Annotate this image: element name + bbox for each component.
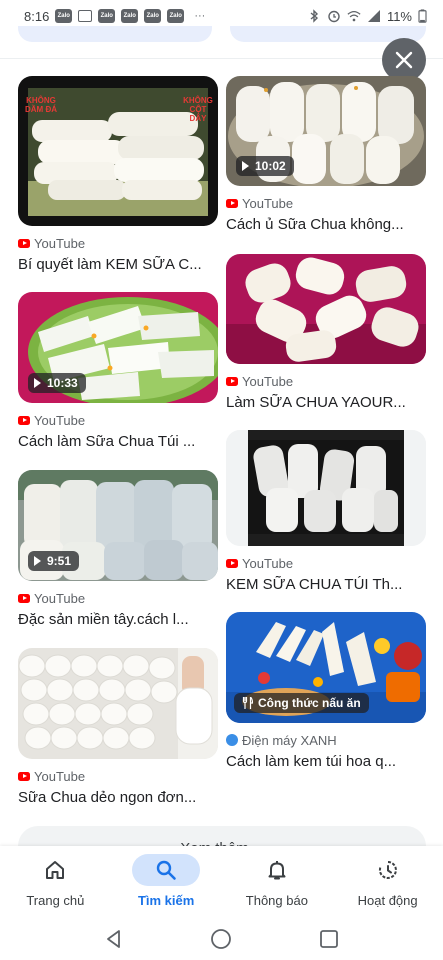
more-notifications-indicator: ··· [194,10,206,22]
alarm-icon [328,10,340,23]
video-duration: 10:33 [28,373,86,393]
duration-text: 10:02 [255,159,286,173]
result-title[interactable]: Bí quyết làm KEM SỮA C... [18,256,214,273]
play-icon [242,161,249,171]
history-icon [378,861,397,879]
source-label: YouTube [34,590,86,606]
bluetooth-icon [310,9,318,23]
result-source: YouTube [18,235,218,251]
video-duration: 10:02 [236,156,294,176]
battery-percentage: 11% [386,8,412,24]
result-title[interactable]: Sữa Chua dẻo ngon đơn... [18,789,214,806]
source-label: Điện máy XANH [242,732,337,748]
result-card[interactable]: 9:51 YouTube Đặc sản miền tây.cách l... [18,470,218,628]
result-thumbnail[interactable]: 10:33 [18,292,218,403]
result-source: YouTube [18,412,218,428]
status-time: 8:16 [24,8,50,24]
result-title[interactable]: Cách làm kem túi hoa q... [226,753,422,770]
result-thumbnail[interactable] [18,648,218,759]
nav-label: Tìm kiếm [137,893,195,908]
zalo-notification-icon: Zalo [55,9,73,23]
back-icon[interactable] [103,928,125,950]
result-source: Điện máy XANH [226,732,426,748]
zalo-notification-icon: Zalo [144,9,162,23]
youtube-icon [226,558,238,568]
result-title[interactable]: Cách ủ Sữa Chua không... [226,216,422,233]
divider [0,58,443,59]
result-card[interactable]: 10:02 YouTube Cách ủ Sữa Chua không... [226,76,426,233]
result-title[interactable]: Cách làm Sữa Chua Túi ... [18,433,214,450]
source-label: YouTube [34,235,86,251]
result-thumbnail[interactable] [226,254,426,364]
nav-item-search[interactable]: Tìm kiếm [111,846,222,918]
message-icon [78,10,93,22]
signal-icon [367,10,380,22]
source-label: YouTube [242,373,294,389]
nav-label: Hoạt động [357,893,418,908]
source-label: YouTube [242,555,294,571]
result-title[interactable]: KEM SỮA CHUA TÚI Th... [226,576,422,593]
play-icon [34,556,41,566]
result-card[interactable]: KHÔNG DẦM ĐÁ KHÔNG CỘT DÂY YouTube Bí qu… [18,76,218,273]
result-source: YouTube [18,768,218,784]
result-card[interactable]: YouTube Làm SỮA CHUA YAOUR... [226,254,426,411]
play-icon [34,378,41,388]
result-thumbnail[interactable] [226,430,426,546]
youtube-icon [226,376,238,386]
source-label: YouTube [34,412,86,428]
nav-label: Trang chủ [26,893,85,908]
result-source: YouTube [226,555,426,571]
result-thumbnail[interactable]: 10:02 [226,76,426,186]
source-label: YouTube [242,195,294,211]
thumbnail-overlay-text-left: KHÔNG DẦM ĐÁ [25,96,57,114]
recipe-badge: Công thức nấu ăn [234,693,369,713]
youtube-icon [18,415,30,425]
result-card[interactable]: 10:33 YouTube Cách làm Sữa Chua Túi ... [18,292,218,450]
source-label: YouTube [34,768,86,784]
home-circle-icon[interactable] [210,928,232,950]
video-duration: 9:51 [28,551,80,571]
result-source: YouTube [226,195,426,211]
result-card[interactable]: YouTube Sữa Chua dẻo ngon đơn... [18,648,218,806]
thumbnail-overlay-text-right: KHÔNG CỘT DÂY [183,96,213,123]
system-navigation-bar [0,918,443,960]
duration-text: 9:51 [47,554,72,568]
wifi-icon [347,11,361,22]
result-title[interactable]: Đặc sản miền tây.cách l... [18,611,214,628]
duration-text: 10:33 [47,376,78,390]
nav-item-notifications[interactable]: Thông báo [222,846,333,918]
fork-knife-icon [242,697,253,709]
previous-result-remnant [18,26,212,42]
zalo-notification-icon: Zalo [121,9,139,23]
result-thumbnail[interactable]: 9:51 [18,470,218,581]
result-card[interactable]: Công thức nấu ăn Điện máy XANH Cách làm … [226,612,426,770]
result-thumbnail[interactable]: KHÔNG DẦM ĐÁ KHÔNG CỘT DÂY [18,76,218,226]
home-icon [46,861,65,879]
nav-item-activity[interactable]: Hoạt động [332,846,443,918]
nav-label: Thông báo [245,893,308,908]
dien-may-xanh-icon [226,734,238,746]
result-source: YouTube [18,590,218,606]
bell-icon [268,861,286,880]
zalo-notification-icon: Zalo [167,9,185,23]
youtube-icon [226,198,238,208]
nav-item-home[interactable]: Trang chủ [0,846,111,918]
result-card[interactable]: YouTube KEM SỮA CHUA TÚI Th... [226,430,426,593]
youtube-icon [18,238,30,248]
result-thumbnail[interactable]: Công thức nấu ăn [226,612,426,723]
recents-icon[interactable] [318,928,340,950]
result-title[interactable]: Làm SỮA CHUA YAOUR... [226,394,422,411]
result-source: YouTube [226,373,426,389]
close-icon [395,51,413,69]
search-icon [156,860,176,880]
youtube-icon [18,771,30,781]
bottom-navigation: Trang chủ Tìm kiếm Thông báo Hoạt động [0,846,443,918]
battery-icon [418,9,427,23]
recipe-badge-label: Công thức nấu ăn [258,696,361,710]
youtube-icon [18,593,30,603]
zalo-notification-icon: Zalo [98,9,116,23]
